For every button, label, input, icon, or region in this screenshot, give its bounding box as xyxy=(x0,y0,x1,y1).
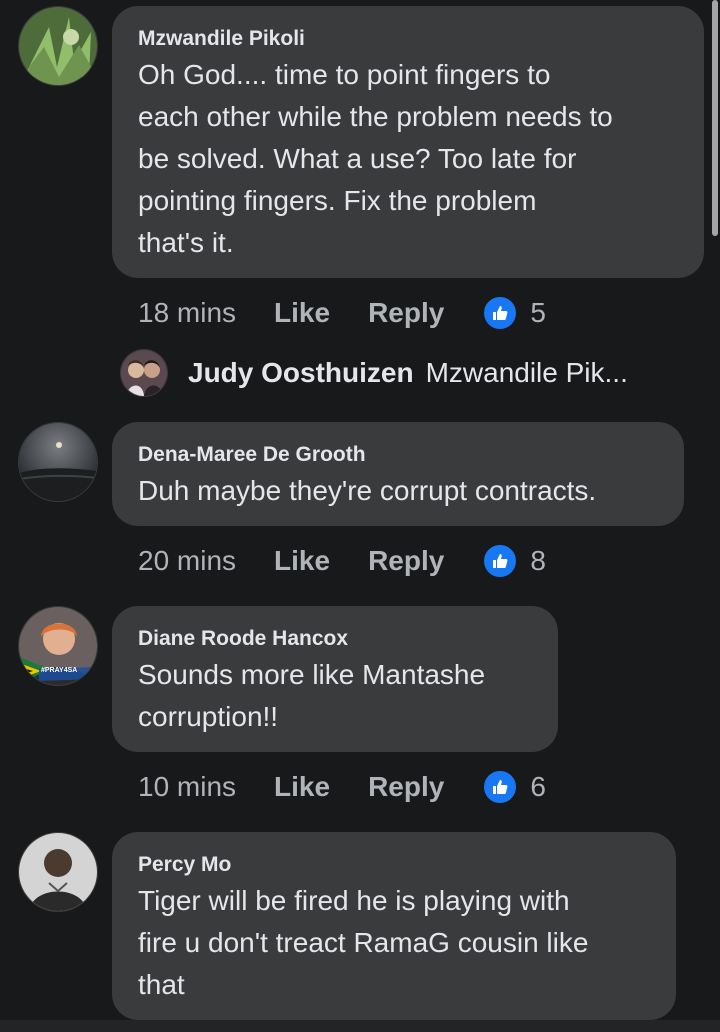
avatar-dena-maree-de-grooth[interactable] xyxy=(18,422,98,502)
thumbs-up-icon[interactable] xyxy=(482,543,519,579)
reply-preview[interactable]: Judy Oosthuizen Mzwandile Pik... xyxy=(120,349,628,397)
avatar-badge-text: #PRAY4SA xyxy=(41,667,78,674)
reply-button[interactable]: Reply xyxy=(368,297,444,329)
comment-text: Oh God.... time to point fingers to each… xyxy=(138,59,613,258)
comment-author[interactable]: Diane Roode Hancox xyxy=(138,624,532,654)
reply-button[interactable]: Reply xyxy=(368,545,444,577)
reply-preview-text[interactable]: Mzwandile Pik... xyxy=(426,357,628,389)
like-button[interactable]: Like xyxy=(274,771,330,803)
reaction-count[interactable]: 5 xyxy=(530,297,546,329)
comment-author[interactable]: Percy Mo xyxy=(138,850,650,880)
thumbs-up-icon[interactable] xyxy=(482,769,519,805)
scrollbar[interactable] xyxy=(712,0,718,236)
avatar-percy-mo[interactable] xyxy=(18,832,98,912)
comment-actions: 20 mins Like Reply 8 xyxy=(138,541,546,581)
comment-actions: 10 mins Like Reply 6 xyxy=(138,767,546,807)
avatar-mzwandile-pikoli[interactable] xyxy=(18,6,98,86)
comment-timestamp[interactable]: 18 mins xyxy=(138,297,236,329)
reply-button[interactable]: Reply xyxy=(368,771,444,803)
reaction-count[interactable]: 6 xyxy=(530,771,546,803)
comment-bubble: Dena-Maree De Grooth Duh maybe they're c… xyxy=(112,422,684,526)
comment-timestamp[interactable]: 20 mins xyxy=(138,545,236,577)
comment-actions: 18 mins Like Reply 5 xyxy=(138,293,546,333)
comment-text: Sounds more like Mantashe corruption!! xyxy=(138,659,486,732)
avatar-diane-roode-hancox[interactable]: #PRAY4SA xyxy=(18,606,98,686)
like-button[interactable]: Like xyxy=(274,545,330,577)
comment-text: Duh maybe they're corrupt contracts. xyxy=(138,475,597,506)
avatar-judy-oosthuizen[interactable] xyxy=(120,349,168,397)
comment-author[interactable]: Dena-Maree De Grooth xyxy=(138,440,658,470)
comment-text: Tiger will be fired he is playing with f… xyxy=(138,885,589,1000)
reply-author[interactable]: Judy Oosthuizen xyxy=(188,357,414,389)
comment-timestamp[interactable]: 10 mins xyxy=(138,771,236,803)
comment-bubble: Mzwandile Pikoli Oh God.... time to poin… xyxy=(112,6,704,278)
reaction-count[interactable]: 8 xyxy=(530,545,546,577)
comment-bubble: Diane Roode Hancox Sounds more like Mant… xyxy=(112,606,558,752)
comment-author[interactable]: Mzwandile Pikoli xyxy=(138,24,678,54)
thumbs-up-icon[interactable] xyxy=(482,295,519,331)
like-button[interactable]: Like xyxy=(274,297,330,329)
comment-bubble: Percy Mo Tiger will be fired he is playi… xyxy=(112,832,676,1020)
bottom-divider xyxy=(0,1020,720,1032)
